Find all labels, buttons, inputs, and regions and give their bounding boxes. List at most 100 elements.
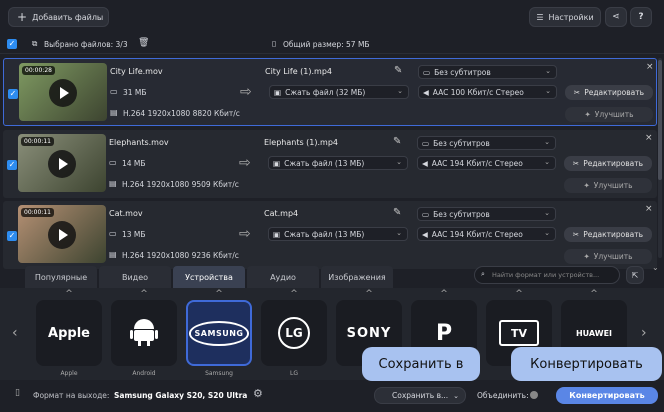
save-to-button[interactable]: Сохранить в... ⌄ (374, 387, 466, 404)
video-thumbnail[interactable]: 00:00:28 (19, 63, 107, 121)
chevron-down-icon: ⌄ (545, 87, 551, 95)
enhance-button[interactable]: ✦ Улучшить (564, 178, 652, 193)
help-button[interactable]: ? (630, 7, 652, 27)
close-icon[interactable]: × (645, 204, 653, 214)
compress-icon: ▣ (274, 87, 282, 97)
sparkle-icon: ✦ (583, 252, 590, 261)
output-filename: City Life (1).mp4 (265, 67, 333, 76)
tab-3[interactable]: Аудио (247, 266, 319, 288)
tab-1[interactable]: Видео (99, 266, 171, 288)
file-row[interactable]: ✓ 00:00:28 City Life.mov ▭ 31 МБ ▤ H.264… (3, 58, 657, 126)
compress-icon: ▣ (273, 229, 281, 239)
search-input[interactable]: Найти формат или устройств... (492, 271, 599, 279)
file-checkbox[interactable]: ✓ (7, 160, 17, 170)
expand-caret-icon[interactable]: ^ (186, 289, 252, 299)
audio-dropdown[interactable]: ◀ AAC 194 Кбит/с Стерео ⌄ (417, 156, 556, 170)
expand-caret-icon[interactable]: ^ (261, 289, 327, 299)
file-checkbox[interactable]: ✓ (8, 89, 18, 99)
subtitles-icon: ▭ (422, 138, 430, 148)
convert-button[interactable]: Конвертировать (556, 387, 658, 404)
play-icon[interactable] (48, 150, 76, 178)
file-size: 13 МБ (122, 230, 146, 239)
file-size: 31 МБ (123, 88, 147, 97)
device-label: Android (132, 370, 156, 377)
brand-logo: SAMSUNG (188, 320, 250, 346)
device-card-lg[interactable]: LG (261, 300, 327, 366)
subtitles-dropdown[interactable]: ▭ Без субтитров ⌄ (417, 136, 556, 150)
device-card-android[interactable] (111, 300, 177, 366)
share-icon[interactable]: ⋖ (605, 7, 627, 27)
edit-button[interactable]: ✂ Редактировать (564, 156, 652, 171)
output-filename: Cat.mp4 (264, 209, 299, 218)
expand-caret-icon[interactable]: ^ (336, 289, 402, 299)
device-label: Samsung (205, 370, 233, 377)
chevron-down-icon: ⌄ (396, 158, 402, 166)
playstation-icon: P (435, 320, 453, 346)
selected-count: Выбрано файлов: 3/3 (44, 40, 128, 49)
video-thumbnail[interactable]: 00:00:11 (18, 134, 106, 192)
expand-caret-icon[interactable]: ^ (561, 289, 627, 299)
export-icon[interactable]: ⇱ (626, 266, 644, 284)
search-box[interactable]: ⌕ Найти формат или устройств... (474, 266, 620, 284)
expand-caret-icon[interactable]: ^ (411, 289, 477, 299)
subtitles-dropdown[interactable]: ▭ Без субтитров ⌄ (417, 207, 556, 221)
enhance-button[interactable]: ✦ Улучшить (564, 249, 652, 264)
sliders-icon: ☰ (536, 12, 544, 22)
arrow-right-icon: ⇨ (239, 155, 251, 171)
audio-dropdown[interactable]: ◀ AAC 100 Кбит/с Стерео ⌄ (418, 85, 557, 99)
tab-0[interactable]: Популярные (25, 266, 97, 288)
subtitles-dropdown[interactable]: ▭ Без субтитров ⌄ (418, 65, 557, 79)
video-thumbnail[interactable]: 00:00:11 (18, 205, 106, 263)
device-card-samsung[interactable]: SAMSUNG (186, 300, 252, 366)
gear-icon[interactable]: ⚙ (253, 387, 263, 400)
source-filename: Cat.mov (109, 209, 143, 218)
file-checkbox[interactable]: ✓ (7, 231, 17, 241)
chevron-down-icon: ⌄ (544, 158, 550, 166)
trash-icon[interactable]: 🗑 (138, 38, 149, 48)
scrollbar-thumb[interactable] (658, 60, 662, 180)
pencil-icon[interactable]: ✎ (394, 65, 402, 76)
play-icon[interactable] (49, 79, 77, 107)
folder-icon: ▭ (109, 229, 117, 238)
compress-dropdown[interactable]: ▣ Сжать файл (13 МБ) ⌄ (268, 227, 408, 241)
pencil-icon[interactable]: ✎ (393, 207, 401, 218)
source-filename: City Life.mov (110, 67, 163, 76)
file-row[interactable]: ✓ 00:00:11 Cat.mov ▭ 13 МБ ▤ H.264 1920x… (3, 201, 657, 269)
codec-info: H.264 1920x1080 9509 Кбит/с (122, 180, 239, 189)
expand-caret-icon[interactable]: ^ (486, 289, 552, 299)
subtitles-icon: ▭ (422, 209, 430, 219)
merge-toggle[interactable] (530, 391, 538, 399)
total-size: Общий размер: 57 МБ (283, 40, 370, 49)
file-icon: ▯ (272, 39, 277, 48)
output-format-label: Формат на выходе: (33, 391, 110, 400)
play-icon[interactable] (48, 221, 76, 249)
compress-dropdown[interactable]: ▣ Сжать файл (32 МБ) ⌄ (269, 85, 409, 99)
tab-4[interactable]: Изображения (321, 266, 393, 288)
compress-dropdown[interactable]: ▣ Сжать файл (13 МБ) ⌄ (268, 156, 408, 170)
audio-dropdown[interactable]: ◀ AAC 194 Кбит/с Стерео ⌄ (417, 227, 556, 241)
edit-button[interactable]: ✂ Редактировать (564, 227, 652, 242)
chevron-down-icon: ⌄ (396, 229, 402, 237)
folder-icon: ▭ (109, 158, 117, 167)
close-icon[interactable]: × (645, 133, 653, 143)
device-card-apple[interactable]: Apple (36, 300, 102, 366)
edit-button[interactable]: ✂ Редактировать (565, 85, 653, 100)
scroll-right-icon[interactable]: › (641, 325, 647, 341)
pencil-icon[interactable]: ✎ (393, 136, 401, 147)
add-files-button[interactable]: + Добавить файлы (8, 7, 109, 27)
expand-caret-icon[interactable]: ^ (36, 289, 102, 299)
brand-logo: SONY (346, 325, 392, 341)
expand-caret-icon[interactable]: ^ (111, 289, 177, 299)
collapse-chevron-icon[interactable]: ⌄ (652, 263, 659, 272)
settings-button[interactable]: ☰ Настройки (529, 7, 601, 27)
scroll-left-icon[interactable]: ‹ (12, 325, 18, 341)
codec-info: H.264 1920x1080 8820 Кбит/с (123, 109, 240, 118)
save-tooltip: Сохранить в (362, 347, 480, 381)
enhance-button[interactable]: ✦ Улучшить (565, 107, 653, 122)
close-icon[interactable]: × (646, 62, 654, 72)
tab-2[interactable]: Устройства (173, 266, 245, 288)
select-all-checkbox[interactable]: ✓ (7, 39, 17, 49)
speaker-icon: ◀ (422, 229, 428, 239)
file-row[interactable]: ✓ 00:00:11 Elephants.mov ▭ 14 МБ ▤ H.264… (3, 130, 657, 198)
chevron-down-icon: ⌄ (544, 229, 550, 237)
